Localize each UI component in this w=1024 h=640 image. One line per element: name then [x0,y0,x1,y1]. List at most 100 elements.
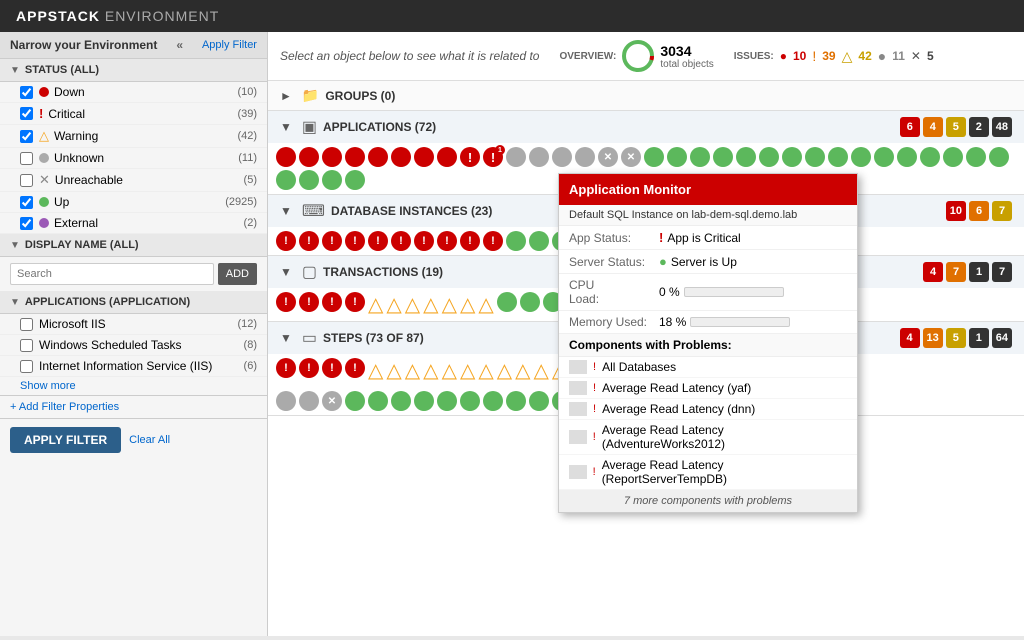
db-dot[interactable]: ! [460,231,480,251]
db-dot[interactable]: ! [391,231,411,251]
app-dot-x[interactable]: ✕ [621,147,641,167]
step-dot-gray[interactable] [299,391,319,411]
step-dot-green[interactable] [345,391,365,411]
step-warning[interactable]: △ [515,358,530,383]
app-critical-dot[interactable]: ! [460,147,480,167]
tx-dot[interactable]: ! [345,292,365,312]
app-dot-x[interactable]: ✕ [598,147,618,167]
app-dot-green[interactable] [644,147,664,167]
popup-problem-3[interactable]: ! Average Read Latency (dnn) [559,399,857,420]
step-dot-green[interactable] [391,391,411,411]
step-warning[interactable]: △ [478,358,493,383]
step-warning[interactable]: △ [368,358,383,383]
app-dot-green[interactable] [759,147,779,167]
db-dot-green[interactable] [506,231,526,251]
show-more-link[interactable]: Show more [0,377,267,395]
db-dot[interactable]: ! [345,231,365,251]
popup-problem-5[interactable]: ! Average Read Latency (ReportServerTemp… [559,455,857,490]
app-dot-green[interactable] [345,170,365,190]
checkbox-unreachable[interactable] [20,174,33,187]
tx-warning-dot[interactable]: △ [386,292,401,317]
step-dot-green[interactable] [437,391,457,411]
db-dot[interactable]: ! [368,231,388,251]
app-dot-green[interactable] [943,147,963,167]
checkbox-critical[interactable] [20,107,33,120]
popup-problem-2[interactable]: ! Average Read Latency (yaf) [559,378,857,399]
add-button[interactable]: ADD [218,263,257,285]
display-name-collapse-icon[interactable]: ▼ [10,240,20,251]
add-filter-link[interactable]: + Add Filter Properties [0,395,267,418]
app-dot[interactable] [391,147,411,167]
tx-dot-green[interactable] [520,292,540,312]
tx-warning-dot[interactable]: △ [478,292,493,317]
tx-dot[interactable]: ! [299,292,319,312]
app-dot-green[interactable] [782,147,802,167]
step-dot-green[interactable] [414,391,434,411]
applications-collapse[interactable]: ▼ [280,120,292,134]
app-dot-green[interactable] [874,147,894,167]
app-dot[interactable] [299,147,319,167]
groups-collapse[interactable]: ► [280,89,292,103]
step-dot-green[interactable] [506,391,526,411]
app-dot[interactable] [506,147,526,167]
tx-warning-dot[interactable]: △ [460,292,475,317]
app-dot-green[interactable] [299,170,319,190]
app-dot[interactable] [368,147,388,167]
app-dot-green[interactable] [713,147,733,167]
app-dot[interactable] [529,147,549,167]
db-dot[interactable]: ! [322,231,342,251]
tx-dot[interactable]: ! [322,292,342,312]
app-dot-green[interactable] [828,147,848,167]
checkbox-iis[interactable] [20,318,33,331]
step-warning[interactable]: △ [497,358,512,383]
step-warning[interactable]: △ [442,358,457,383]
tx-dot[interactable]: ! [276,292,296,312]
checkbox-warning[interactable] [20,130,33,143]
search-input[interactable] [10,263,214,285]
db-dot[interactable]: ! [276,231,296,251]
step-warning[interactable]: △ [460,358,475,383]
transactions-collapse[interactable]: ▼ [280,265,292,279]
step-dot-green[interactable] [483,391,503,411]
step-dot[interactable]: ! [276,358,296,378]
checkbox-unknown[interactable] [20,152,33,165]
app-dot[interactable] [276,147,296,167]
checkbox-scheduled-tasks[interactable] [20,339,33,352]
step-dot[interactable]: ! [345,358,365,378]
db-dot-green[interactable] [529,231,549,251]
app-dot-green[interactable] [805,147,825,167]
app-critical-dot[interactable]: !1 [483,147,503,167]
app-dot-green[interactable] [736,147,756,167]
db-dot[interactable]: ! [483,231,503,251]
db-dot[interactable]: ! [299,231,319,251]
clear-all-link[interactable]: Clear All [129,434,170,446]
applications-collapse-icon[interactable]: ▼ [10,297,20,308]
db-dot[interactable]: ! [437,231,457,251]
tx-dot-green[interactable] [497,292,517,312]
step-dot-green[interactable] [529,391,549,411]
app-dot-green[interactable] [276,170,296,190]
step-dot[interactable]: ! [322,358,342,378]
step-dot-x[interactable]: ✕ [322,391,342,411]
step-dot-green[interactable] [460,391,480,411]
step-dot-gray[interactable] [276,391,296,411]
app-dot[interactable] [345,147,365,167]
step-dot[interactable]: ! [299,358,319,378]
popup-more-text[interactable]: 7 more components with problems [559,490,857,512]
database-collapse[interactable]: ▼ [280,204,292,218]
tx-warning-dot[interactable]: △ [405,292,420,317]
checkbox-up[interactable] [20,196,33,209]
popup-problem-4[interactable]: ! Average Read Latency (AdventureWorks20… [559,420,857,455]
step-dot-green[interactable] [368,391,388,411]
apply-filter-link[interactable]: Apply Filter [202,39,257,51]
db-dot[interactable]: ! [414,231,434,251]
app-dot-green[interactable] [966,147,986,167]
popup-problem-1[interactable]: ! All Databases [559,357,857,378]
checkbox-iis-service[interactable] [20,360,33,373]
step-warning[interactable]: △ [423,358,438,383]
app-dot[interactable] [552,147,572,167]
app-dot-green[interactable] [851,147,871,167]
app-dot-green[interactable] [897,147,917,167]
step-warning[interactable]: △ [386,358,401,383]
steps-collapse[interactable]: ▼ [280,331,292,345]
